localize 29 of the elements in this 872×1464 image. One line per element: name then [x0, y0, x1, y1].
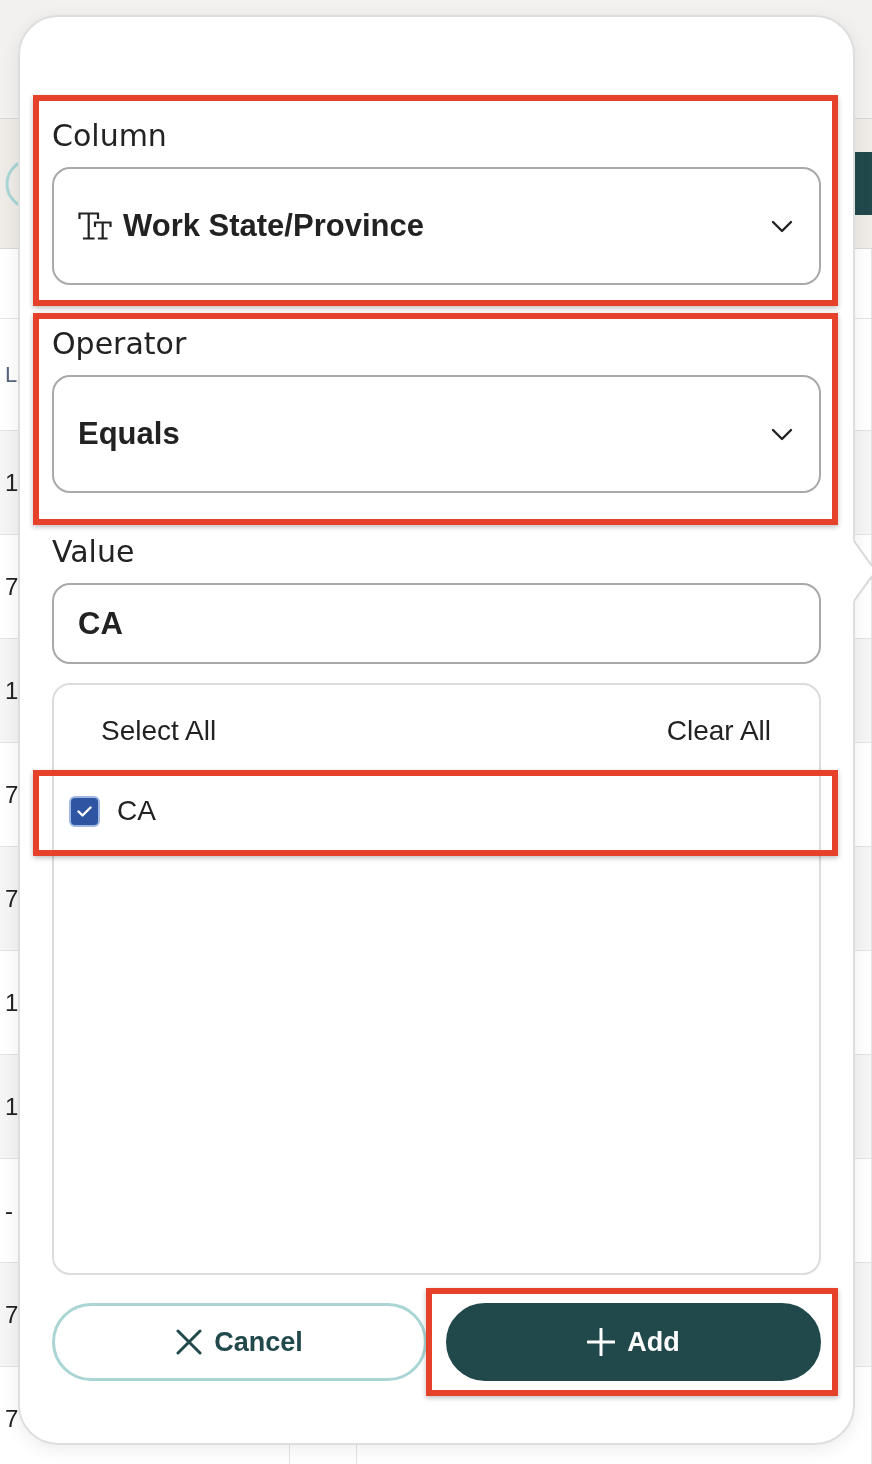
table-cell: 1	[5, 1092, 19, 1121]
table-cell: 7	[5, 780, 19, 809]
chevron-down-icon	[771, 219, 793, 233]
column-select[interactable]: Work State/Province	[52, 167, 821, 285]
check-icon	[77, 805, 92, 817]
text-type-icon	[78, 211, 112, 241]
select-all-link[interactable]: Select All	[101, 709, 217, 753]
chevron-down-icon	[771, 427, 793, 441]
close-icon	[176, 1329, 203, 1355]
field-label: Column	[52, 118, 167, 154]
table-cell: 7	[5, 1300, 19, 1329]
table-cell: 1	[5, 988, 19, 1017]
plus-icon	[587, 1328, 616, 1356]
table-cell: 7	[5, 1404, 19, 1433]
add-button[interactable]: Add	[446, 1303, 821, 1381]
table-cell: 1	[5, 676, 19, 705]
clear-all-link[interactable]: Clear All	[666, 709, 771, 753]
table-cell: 7	[5, 884, 19, 913]
option-label: CA	[117, 794, 156, 828]
column-header: L	[5, 360, 18, 389]
checkbox[interactable]	[69, 795, 100, 827]
table-cell: -	[5, 1196, 13, 1225]
table-cell: 7	[5, 572, 19, 601]
field-label: Value	[52, 534, 135, 570]
table-cell: 1	[5, 468, 19, 497]
value-input[interactable]: CA	[52, 583, 821, 664]
field-label: Operator	[52, 326, 187, 362]
cancel-button[interactable]: Cancel	[52, 1303, 427, 1381]
operator-select[interactable]: Equals	[52, 375, 821, 493]
